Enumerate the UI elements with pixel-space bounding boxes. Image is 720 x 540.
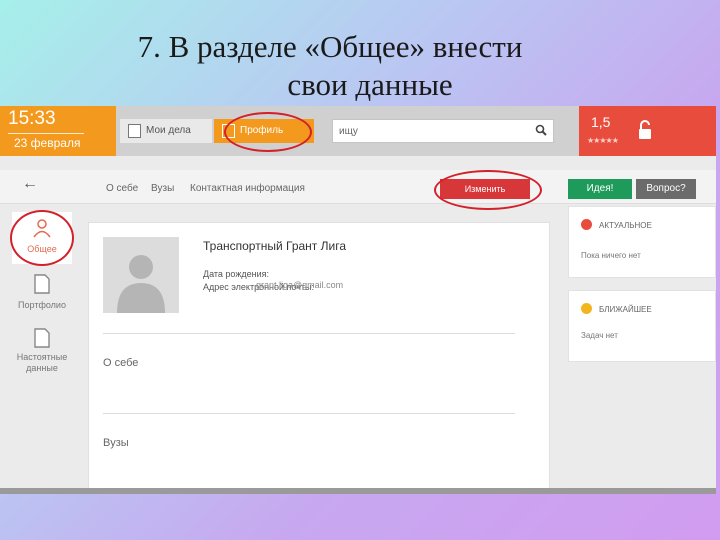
nav-link-about[interactable]: О себе [106,183,138,194]
nav-link-contacts[interactable]: Контактная информация [190,183,305,194]
search-input[interactable] [333,120,523,142]
tab-my-deals-label: Мои дела [146,125,191,136]
panel-actual-text: Пока ничего нет [581,251,641,260]
panel-upcoming: БЛИЖАЙШЕЕ Задач нет [568,290,716,362]
slide-title-line-1: 7. В разделе «Общее» внести [137,29,523,64]
panel-upcoming-text: Задач нет [581,331,618,340]
clock-icon [581,303,592,314]
sidebar-item-portfolio[interactable]: Портфолио [12,268,72,320]
alert-icon [581,219,592,230]
sidebar-item-label: Портфолио [18,300,66,310]
panel-actual-title: АКТУАЛЬНОЕ [599,221,652,230]
edit-icon [128,124,141,138]
highlight-ring-profile [224,112,312,152]
highlight-ring-general [10,210,74,266]
search-box[interactable] [332,119,554,143]
document-icon [34,274,50,294]
rating-badge[interactable]: 1,5 ★★★★★ [579,106,627,156]
sidebar-item-label-line-1: Настоятные [16,352,68,362]
idea-button[interactable]: Идея! [568,179,632,199]
sidebar-item-label-line-2: данные [26,363,58,373]
divider [103,333,515,334]
unlock-icon[interactable] [637,120,653,140]
app-screenshot: 15:33 23 февраля Мои дела Профиль 1,5 ★★… [0,106,716,494]
rating-value: 1,5 [591,114,611,130]
sidebar-item-settings[interactable]: Настоятные данные [12,322,72,374]
avatar[interactable] [103,237,179,313]
birth-date-label: Дата рождения: [203,269,269,279]
arrow-left-icon[interactable]: ← [22,175,38,193]
section-about[interactable]: О себе [103,357,138,369]
lock-area[interactable] [627,106,716,156]
nav-link-universities[interactable]: Вузы [151,183,174,194]
tab-my-deals[interactable]: Мои дела [120,119,212,143]
highlight-ring-edit [434,170,542,210]
divider [103,413,515,414]
profile-card: Транспортный Грант Лига Дата рождения: А… [88,222,550,494]
clock-widget: 15:33 23 февраля [0,106,116,156]
slide-title-line-2: свои данные [287,67,453,102]
panel-actual: АКТУАЛЬНОЕ Пока ничего нет [568,206,716,278]
clock-date: 23 февраля [14,136,81,150]
section-universities[interactable]: Вузы [103,437,129,449]
profile-name: Транспортный Грант Лига [203,239,346,253]
clock-time: 15:33 [8,108,56,129]
rating-stars: ★★★★★ [587,136,619,145]
email-value: grant.liga@gmail.com [256,280,344,290]
bottom-divider [0,488,716,494]
panel-upcoming-title: БЛИЖАЙШЕЕ [599,305,652,314]
slide-title: 7. В разделе «Общее» внести свои данные [0,28,660,104]
search-icon[interactable] [535,124,547,136]
question-button[interactable]: Вопрос? [636,179,696,199]
person-silhouette-icon [117,255,165,313]
clock-divider [8,133,84,134]
document-icon [34,328,50,348]
